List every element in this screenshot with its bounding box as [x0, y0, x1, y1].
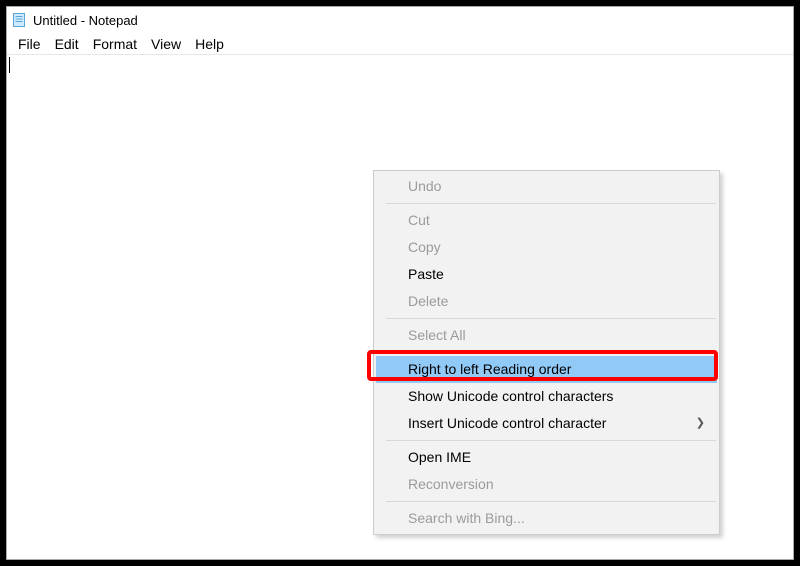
context-menu-separator — [386, 203, 716, 204]
menu-help[interactable]: Help — [188, 35, 231, 53]
context-menu-separator — [386, 440, 716, 441]
context-menu: Undo CutCopyPasteDelete Select All Right to… — [373, 170, 720, 535]
text-caret — [9, 57, 10, 73]
context-menu-separator — [386, 501, 716, 502]
context-menu-item-delete: Delete — [376, 288, 717, 315]
context-menu-item-copy: Copy — [376, 234, 717, 261]
notepad-icon — [11, 12, 27, 28]
context-menu-item-show-unicode-control-characters[interactable]: Show Unicode control characters — [376, 383, 717, 410]
submenu-arrow-icon: ❯ — [696, 410, 705, 437]
context-menu-item-cut: Cut — [376, 207, 717, 234]
context-menu-item-right-to-left-reading-order[interactable]: Right to left Reading order — [376, 356, 717, 383]
context-menu-item-search-with-bing: Search with Bing... — [376, 505, 717, 532]
context-menu-item-reconversion: Reconversion — [376, 471, 717, 498]
context-menu-item-paste[interactable]: Paste — [376, 261, 717, 288]
menu-edit[interactable]: Edit — [48, 35, 86, 53]
menu-format[interactable]: Format — [86, 35, 144, 53]
menu-file[interactable]: File — [11, 35, 48, 53]
window-title: Untitled - Notepad — [33, 13, 138, 28]
menubar: File Edit Format View Help — [7, 33, 793, 55]
titlebar[interactable]: Untitled - Notepad — [7, 7, 793, 33]
menu-view[interactable]: View — [144, 35, 188, 53]
context-menu-item-undo: Undo — [376, 173, 717, 200]
context-menu-item-open-ime[interactable]: Open IME — [376, 444, 717, 471]
context-menu-separator — [386, 318, 716, 319]
context-menu-item-insert-unicode-control-character[interactable]: Insert Unicode control character❯ — [376, 410, 717, 437]
context-menu-separator — [386, 352, 716, 353]
context-menu-item-select-all: Select All — [376, 322, 717, 349]
